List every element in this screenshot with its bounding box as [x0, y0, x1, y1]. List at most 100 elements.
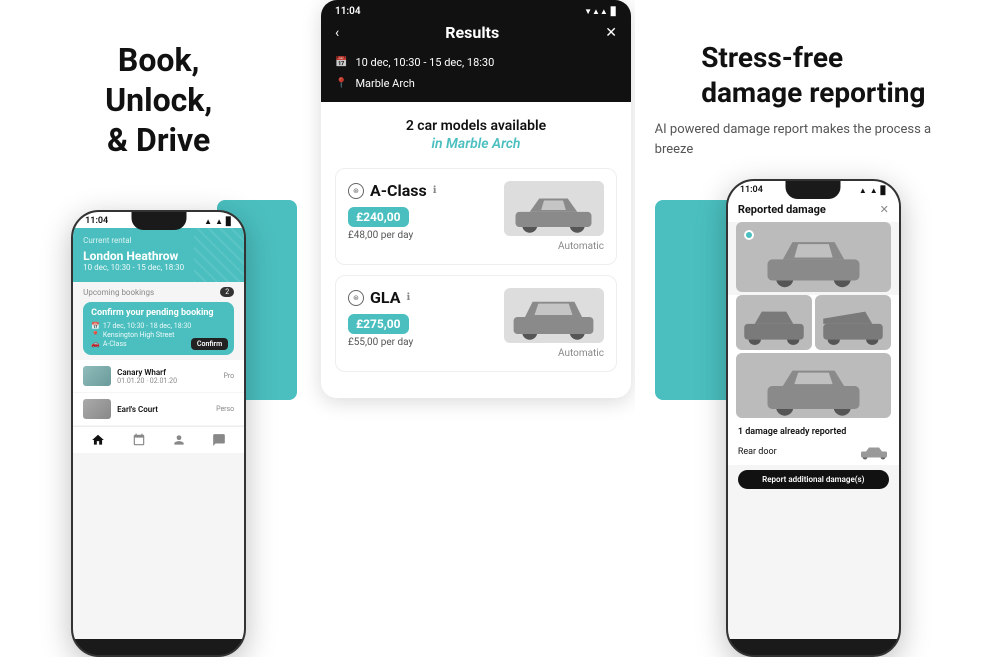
white-content: 2 car models available in Marble Arch ⊛ … [321, 102, 631, 398]
car-top-2: ⊛ GLA ℹ £275,00 £55,00 per day [348, 288, 604, 348]
dark-status-icons: ▼▲▲ ▊ [584, 6, 617, 17]
signal-icon: ▲ [204, 217, 212, 226]
right-subheadline: AI powered damage report makes the proce… [655, 120, 972, 159]
date-range-text: 10 dec, 10:30 - 15 dec, 18:30 [355, 56, 494, 69]
status-icons-right: ▲ ▲ ▊ [859, 186, 887, 195]
listing-date-1: 01.01.20 · 02.01.20 [117, 377, 217, 385]
transmission-1: Automatic [558, 241, 604, 252]
left-phone: 11:04 ▲ ▲ ▊ Current rental London Heathr… [71, 210, 246, 657]
booking-location-text: Kensington High Street [103, 331, 175, 339]
car-image-2 [504, 288, 604, 343]
car-model-2: GLA [370, 288, 400, 307]
rental-header: Current rental London Heathrow 10 dec, 1… [73, 228, 244, 282]
booking-date-detail: 📅 17 dec, 10:30 - 18 dec, 18:30 [91, 322, 226, 330]
mercedes-logo-2: ⊛ [348, 290, 364, 306]
car-name-row-2: ⊛ GLA ℹ [348, 288, 413, 307]
damage-photo-1 [736, 295, 812, 350]
report-additional-button[interactable]: Report additional damage(s) [738, 470, 889, 489]
info-icon-2: ℹ [406, 292, 410, 303]
back-button[interactable]: ‹ [335, 25, 339, 41]
listing-item-1[interactable]: Canary Wharf 01.01.20 · 02.01.20 Pro [73, 360, 244, 392]
nav-profile-icon[interactable] [171, 432, 187, 448]
nav-calendar-icon[interactable] [131, 432, 147, 448]
location-text: Marble Arch [355, 77, 414, 90]
damage-reported-text: 1 damage already reported [728, 423, 899, 439]
listing-meta-1: Pro [223, 372, 234, 380]
price-badge-1: £240,00 [348, 207, 409, 227]
listing-item-2[interactable]: Earl's Court Perso [73, 393, 244, 425]
listing-info-1: Canary Wharf 01.01.20 · 02.01.20 [117, 368, 217, 385]
car-icon: 🚗 [91, 340, 100, 348]
listing-name-2: Earl's Court [117, 405, 210, 414]
location-detail-icon: 📍 [335, 78, 347, 89]
rear-door-row: Rear door [728, 439, 899, 465]
listing-info-2: Earl's Court [117, 405, 210, 414]
car-info-1: ⊛ A-Class ℹ £240,00 £48,00 per day [348, 181, 437, 241]
calendar-icon: 📅 [91, 322, 100, 330]
dark-header: 11:04 ▼▲▲ ▊ ‹ Results ✕ 📅 10 dec, 10:30 … [321, 0, 631, 102]
upcoming-divider: Upcoming bookings 2 [73, 282, 244, 302]
car-image-1 [504, 181, 604, 236]
transmission-2: Automatic [558, 348, 604, 359]
right-signal-icon: ▲ [859, 186, 867, 195]
per-day-1: £48,00 per day [348, 230, 437, 241]
nav-chat-icon[interactable] [211, 432, 227, 448]
right-battery-icon: ▊ [881, 186, 887, 195]
car-model-1: A-Class [370, 181, 427, 200]
location-icon: 📍 [91, 331, 100, 339]
damage-photo-2 [815, 295, 891, 350]
main-damage-image [736, 222, 891, 292]
price-badge-2: £275,00 [348, 314, 409, 334]
car-svg-1 [506, 184, 601, 234]
left-section: Book, Unlock, & Drive 11:04 ▲ ▲ ▊ Curren… [0, 0, 317, 657]
close-damage-icon[interactable]: ✕ [880, 203, 889, 216]
listing-thumb-2 [83, 399, 111, 419]
car-listing-2[interactable]: ⊛ GLA ℹ £275,00 £55,00 per day [335, 275, 617, 372]
rear-door-label: Rear door [738, 447, 777, 457]
car-name-row-1: ⊛ A-Class ℹ [348, 181, 437, 200]
upcoming-label: Upcoming bookings [83, 288, 154, 297]
booking-title: Confirm your pending booking [91, 308, 226, 318]
time-right: 11:04 [740, 185, 763, 195]
listing-thumb-1 [83, 366, 111, 386]
dark-status-bar: 11:04 ▼▲▲ ▊ [321, 0, 631, 17]
date-range-row: 📅 10 dec, 10:30 - 15 dec, 18:30 [321, 52, 631, 73]
dark-battery-icon: ▊ [611, 7, 617, 16]
listing-meta-2: Perso [216, 405, 234, 413]
per-day-2: £55,00 per day [348, 337, 413, 348]
nav-home-icon[interactable] [90, 432, 106, 448]
main-car-svg [756, 225, 871, 290]
middle-wrapper: 11:04 ▼▲▲ ▊ ‹ Results ✕ 📅 10 dec, 10:30 … [317, 0, 634, 398]
phone-notch-right [786, 181, 841, 199]
close-button[interactable]: ✕ [605, 25, 617, 41]
car-info-2: ⊛ GLA ℹ £275,00 £55,00 per day [348, 288, 413, 348]
middle-section: 11:04 ▼▲▲ ▊ ‹ Results ✕ 📅 10 dec, 10:30 … [317, 0, 634, 657]
car-listing-1[interactable]: ⊛ A-Class ℹ £240,00 £48,00 per day [335, 168, 617, 265]
damage-dot-marker [744, 230, 754, 240]
right-section: Stress-free damage reporting AI powered … [635, 0, 992, 657]
info-icon-1: ℹ [433, 185, 437, 196]
right-wifi-icon: ▲ [870, 186, 878, 195]
damage-photo-3 [736, 353, 891, 418]
middle-container: 11:04 ▼▲▲ ▊ ‹ Results ✕ 📅 10 dec, 10:30 … [321, 0, 631, 398]
phone-screen-left: Current rental London Heathrow 10 dec, 1… [73, 228, 244, 639]
available-text: 2 car models available [335, 118, 617, 134]
calendar-detail-icon: 📅 [335, 57, 347, 68]
right-phone: 11:04 ▲ ▲ ▊ Reported damage ✕ [726, 179, 901, 657]
phone-screen-right: Reported damage ✕ [728, 197, 899, 639]
location-row: 📍 Marble Arch [321, 73, 631, 102]
phone-notch-left [131, 212, 186, 230]
booking-date-text: 17 dec, 10:30 - 18 dec, 18:30 [103, 322, 191, 330]
confirm-button[interactable]: Confirm [191, 338, 228, 350]
reported-damage-title: Reported damage [738, 203, 826, 216]
dark-signal-icon: ▼▲▲ [584, 7, 608, 16]
booking-car-text: A-Class [103, 340, 127, 348]
status-icons-left: ▲ ▲ ▊ [204, 217, 232, 226]
mercedes-logo-1: ⊛ [348, 183, 364, 199]
booking-card[interactable]: Confirm your pending booking 📅 17 dec, 1… [83, 302, 234, 355]
listing-name-1: Canary Wharf [117, 368, 217, 377]
teal-bg-right [655, 200, 735, 400]
left-headline: Book, Unlock, & Drive [105, 40, 212, 160]
damage-photo-grid [728, 295, 899, 423]
bottom-nav [73, 426, 244, 453]
